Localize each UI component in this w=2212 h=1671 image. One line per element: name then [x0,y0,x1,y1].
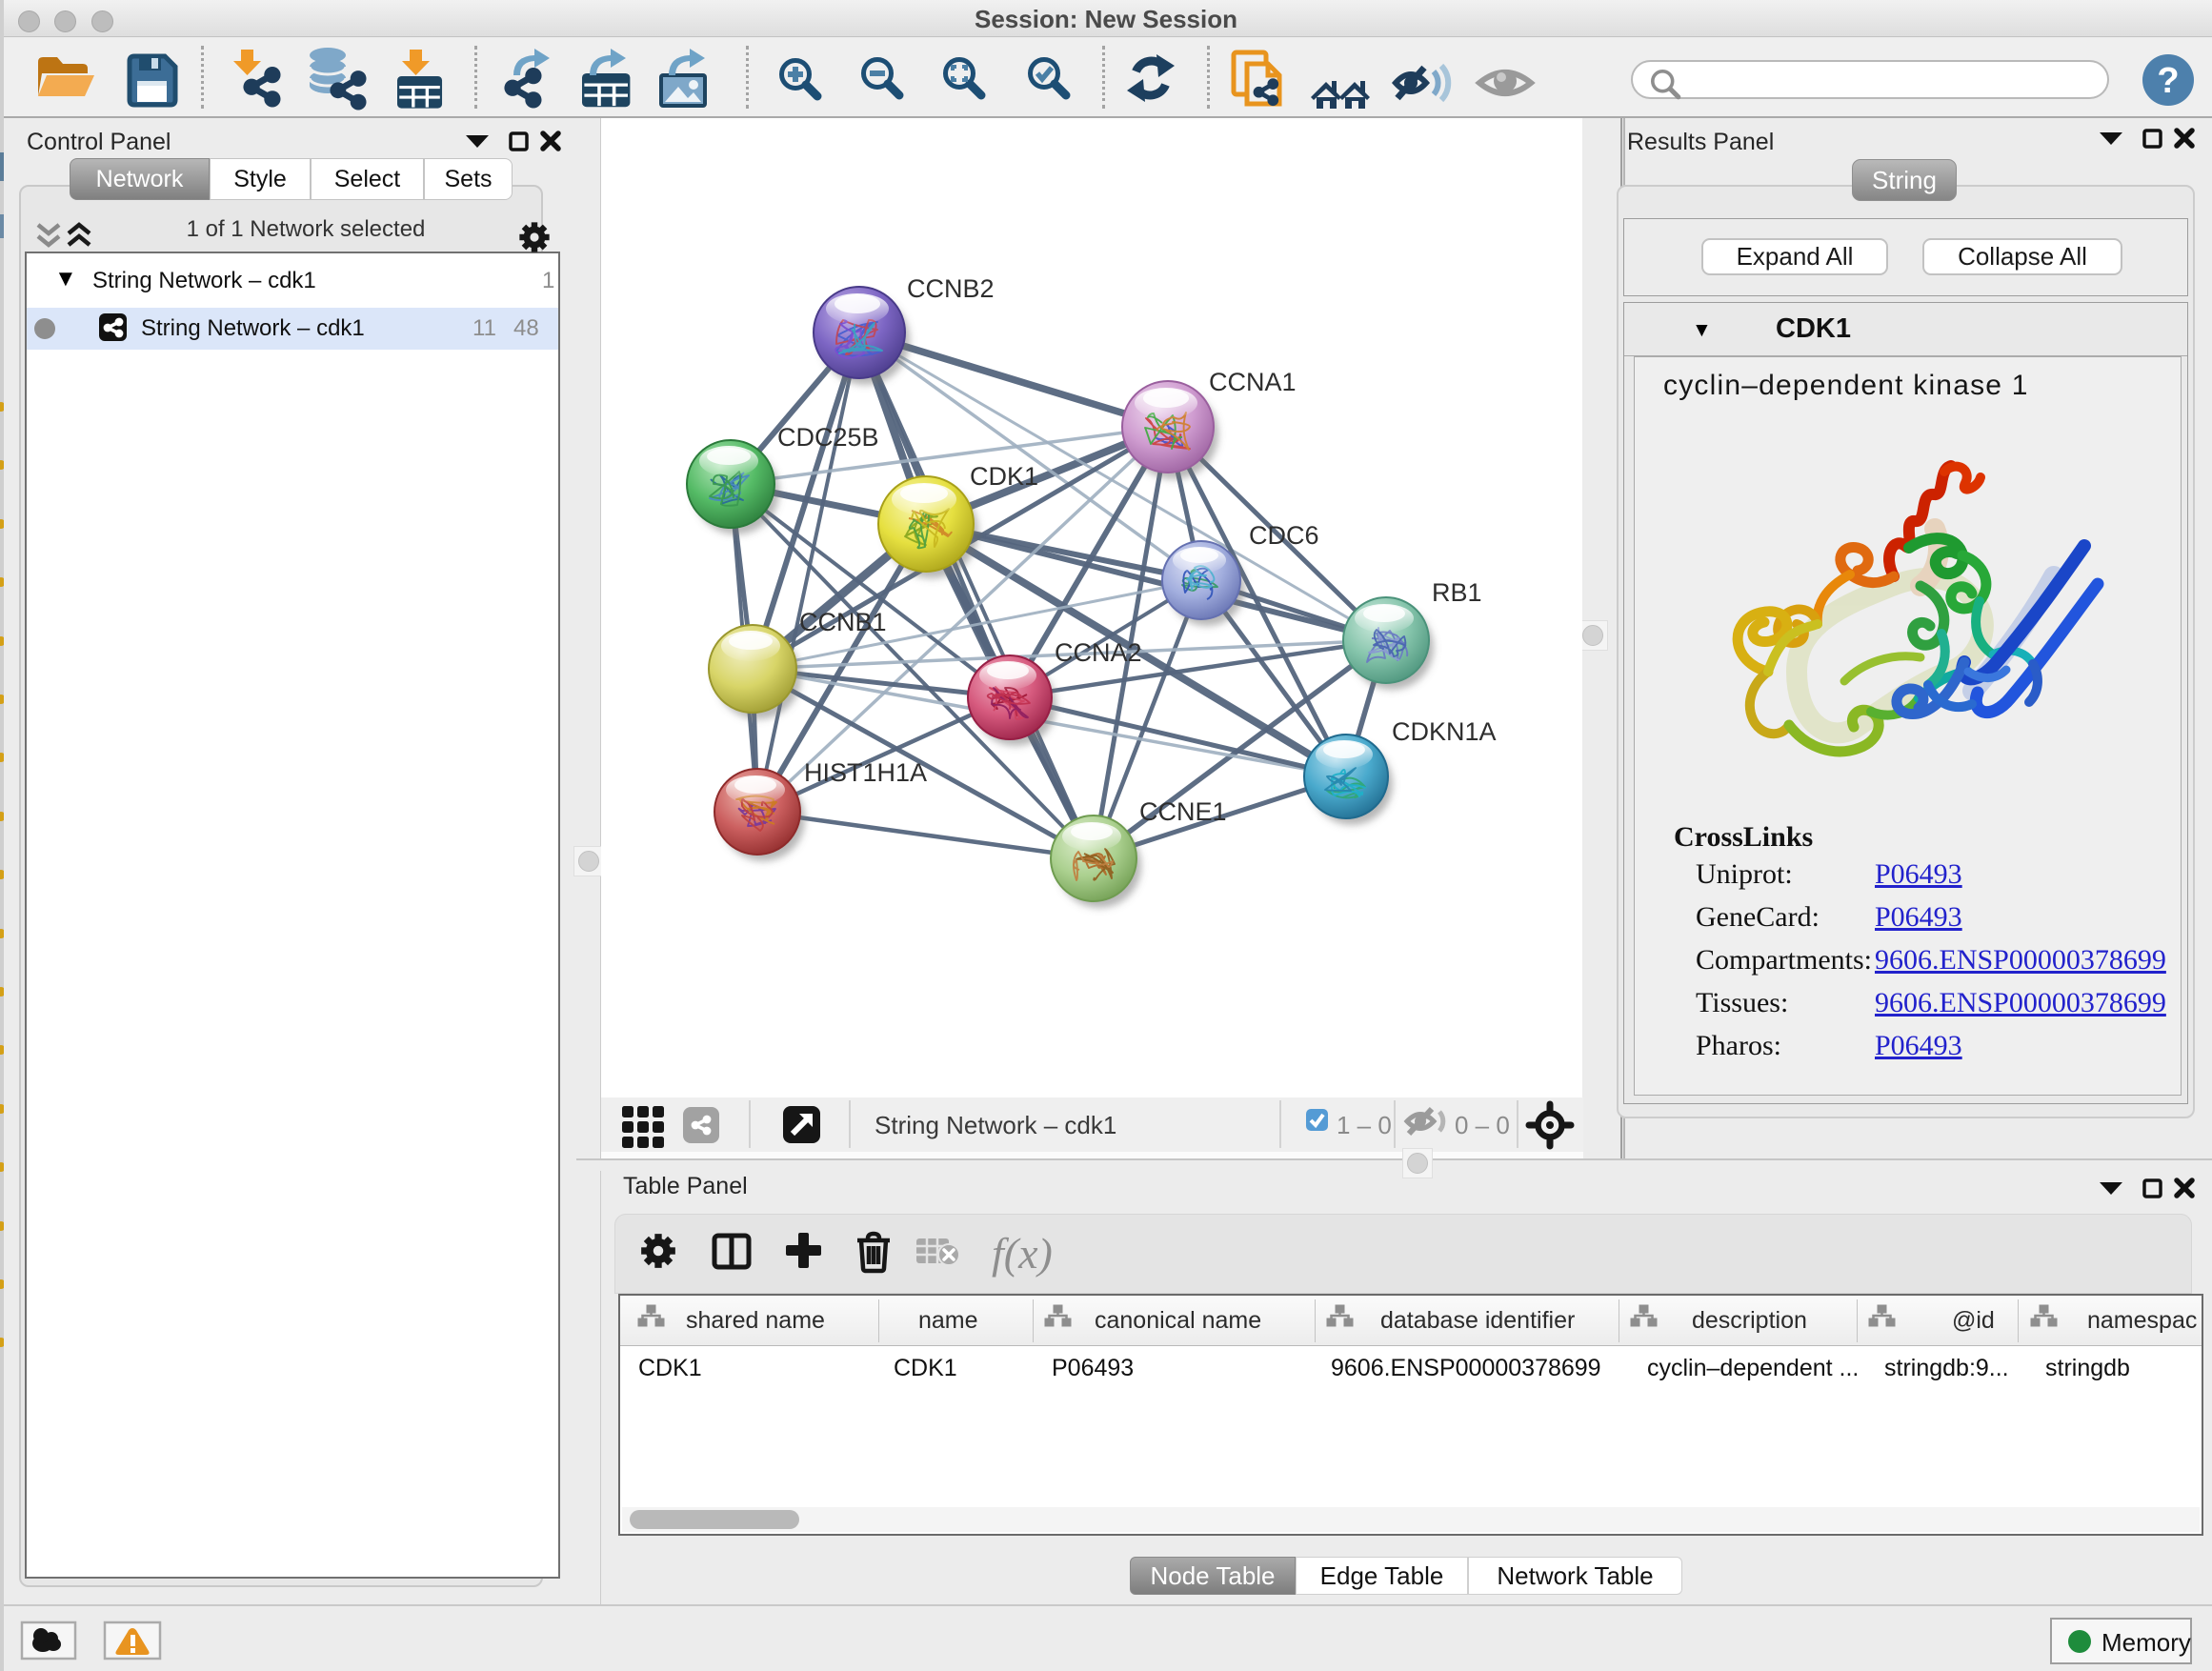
svg-text:CCNE1: CCNE1 [1139,797,1227,826]
svg-text:CDC6: CDC6 [1249,521,1319,550]
svg-text:CDK1: CDK1 [970,462,1038,491]
svg-text:CCNA2: CCNA2 [1055,638,1142,667]
svg-text:CDC25B: CDC25B [777,423,879,452]
svg-text:CCNB2: CCNB2 [907,274,995,303]
svg-text:CDKN1A: CDKN1A [1392,717,1497,746]
svg-text:CCNB1: CCNB1 [799,608,887,636]
svg-text:HIST1H1A: HIST1H1A [804,758,927,787]
svg-text:RB1: RB1 [1432,578,1482,607]
svg-text:?: ? [2157,61,2179,101]
svg-text:CCNA1: CCNA1 [1209,368,1297,396]
